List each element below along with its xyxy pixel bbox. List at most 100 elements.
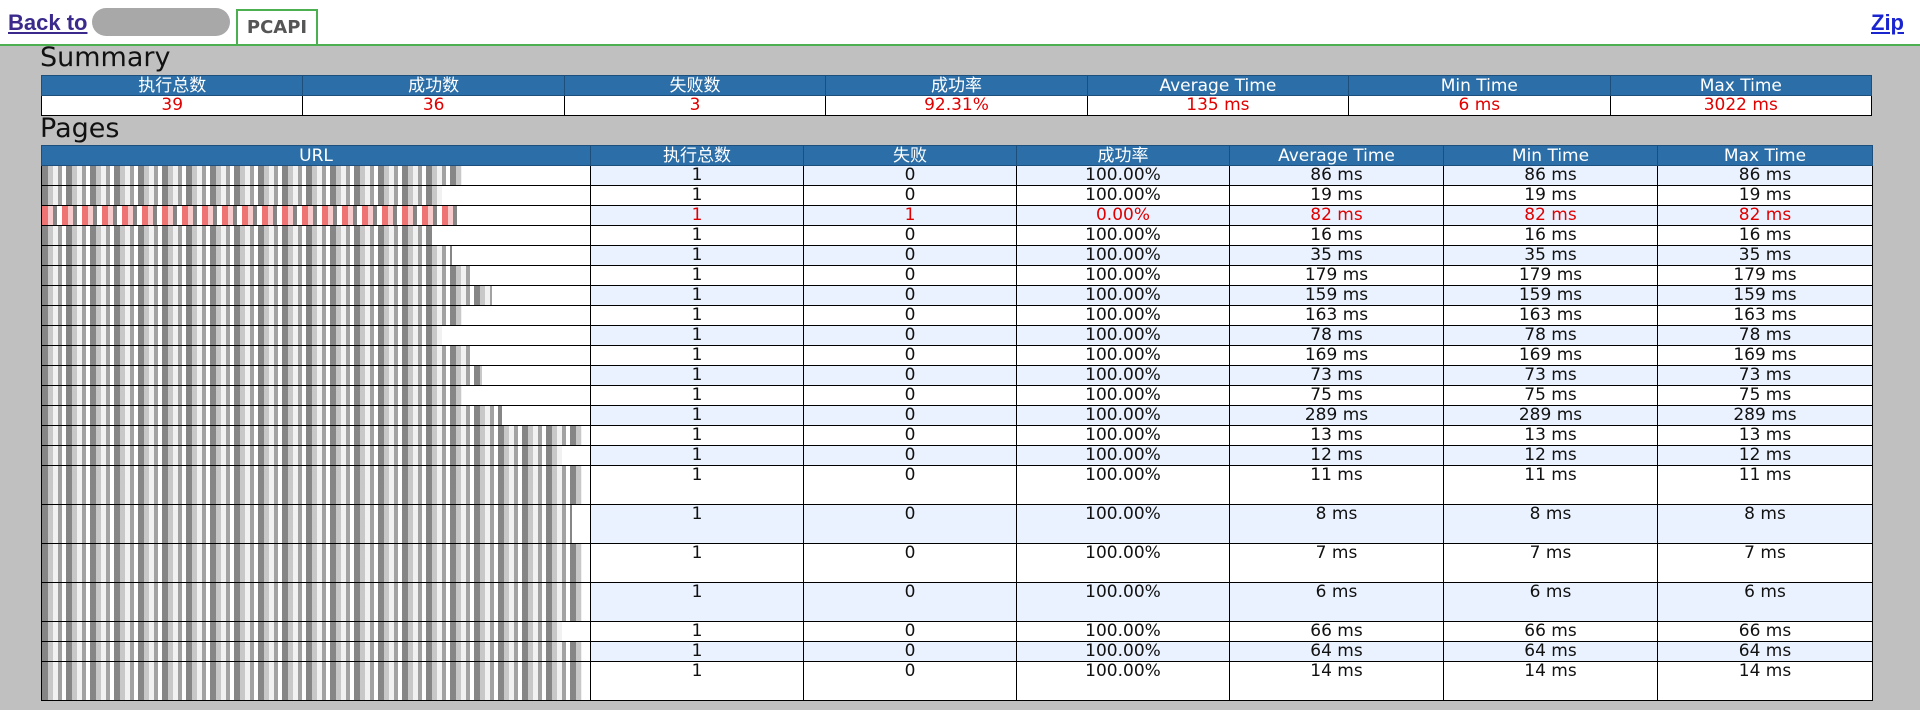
- cell-total: 1: [590, 205, 804, 226]
- summary-title: Summary: [40, 42, 171, 73]
- cell-rate: 0.00%: [1016, 205, 1230, 226]
- cell-avg: 75 ms: [1229, 385, 1444, 406]
- url-cell-redacted: [41, 425, 591, 446]
- tab-pcapi[interactable]: PCAPI: [236, 9, 318, 44]
- url-cell-redacted: [41, 504, 591, 544]
- redacted-url: [42, 505, 572, 543]
- cell-total: 1: [590, 185, 804, 206]
- cell-max: 289 ms: [1657, 405, 1873, 426]
- zip-download-link[interactable]: Zip: [1871, 10, 1904, 36]
- cell-max: 19 ms: [1657, 185, 1873, 206]
- cell-failed: 0: [803, 582, 1017, 622]
- cell-min: 7 ms: [1443, 543, 1658, 583]
- pages-col-failed: 失败: [803, 145, 1017, 166]
- cell-total: 1: [590, 345, 804, 366]
- cell-min: 75 ms: [1443, 385, 1658, 406]
- cell-rate: 100.00%: [1016, 582, 1230, 622]
- summary-max: 3022 ms: [1609, 95, 1873, 116]
- pages-col-max: Max Time: [1657, 145, 1873, 166]
- redacted-url: [42, 406, 502, 425]
- cell-failed: 0: [803, 465, 1017, 505]
- cell-failed: 1: [803, 205, 1017, 226]
- url-cell-redacted: [41, 345, 591, 366]
- redacted-url: [42, 186, 442, 205]
- summary-col-total: 执行总数: [40, 75, 304, 96]
- cell-rate: 100.00%: [1016, 265, 1230, 286]
- cell-failed: 0: [803, 661, 1017, 701]
- summary-col-min: Min Time: [1348, 75, 1611, 96]
- cell-rate: 100.00%: [1016, 621, 1230, 642]
- cell-failed: 0: [803, 504, 1017, 544]
- redacted-url: [42, 466, 582, 504]
- summary-col-success: 成功数: [302, 75, 565, 96]
- cell-avg: 8 ms: [1229, 504, 1444, 544]
- cell-avg: 16 ms: [1229, 225, 1444, 246]
- cell-min: 12 ms: [1443, 445, 1658, 466]
- cell-total: 1: [590, 405, 804, 426]
- redacted-url: [42, 306, 462, 325]
- url-cell-redacted: [41, 305, 591, 326]
- cell-max: 75 ms: [1657, 385, 1873, 406]
- cell-min: 78 ms: [1443, 325, 1658, 346]
- table-row: 1 0 100.00% 8 ms 8 ms 8 ms: [41, 504, 1873, 544]
- cell-failed: 0: [803, 165, 1017, 186]
- cell-rate: 100.00%: [1016, 385, 1230, 406]
- summary-header-row: 执行总数 成功数 失败数 成功率 Average Time Min Time M…: [40, 75, 1873, 96]
- cell-min: 289 ms: [1443, 405, 1658, 426]
- cell-min: 64 ms: [1443, 641, 1658, 662]
- table-row: 1 0 100.00% 163 ms 163 ms 163 ms: [41, 305, 1873, 326]
- cell-avg: 19 ms: [1229, 185, 1444, 206]
- back-link[interactable]: Back to: [8, 10, 87, 36]
- url-cell-redacted: [41, 205, 591, 226]
- cell-max: 11 ms: [1657, 465, 1873, 505]
- summary-failed: 3: [563, 95, 827, 116]
- table-row: 1 1 0.00% 82 ms 82 ms 82 ms: [41, 205, 1873, 226]
- cell-min: 14 ms: [1443, 661, 1658, 701]
- url-cell-redacted: [41, 661, 591, 701]
- cell-max: 64 ms: [1657, 641, 1873, 662]
- url-cell-redacted: [41, 245, 591, 266]
- cell-total: 1: [590, 225, 804, 246]
- cell-avg: 179 ms: [1229, 265, 1444, 286]
- cell-avg: 12 ms: [1229, 445, 1444, 466]
- cell-rate: 100.00%: [1016, 405, 1230, 426]
- cell-failed: 0: [803, 285, 1017, 306]
- pages-body: 1 0 100.00% 86 ms 86 ms 86 ms 1 0 100.00% 19 ms 19…: [41, 165, 1873, 701]
- summary-success: 36: [302, 95, 565, 116]
- url-cell-redacted: [41, 621, 591, 642]
- top-bar: Back to PCAPI Zip: [0, 0, 1920, 46]
- cell-min: 19 ms: [1443, 185, 1658, 206]
- redacted-url: [42, 326, 442, 345]
- cell-total: 1: [590, 265, 804, 286]
- redacted-url: [42, 544, 582, 582]
- cell-rate: 100.00%: [1016, 165, 1230, 186]
- table-row: 1 0 100.00% 73 ms 73 ms 73 ms: [41, 365, 1873, 386]
- table-row: 1 0 100.00% 86 ms 86 ms 86 ms: [41, 165, 1873, 186]
- cell-total: 1: [590, 365, 804, 386]
- cell-avg: 35 ms: [1229, 245, 1444, 266]
- cell-min: 73 ms: [1443, 365, 1658, 386]
- table-row: 1 0 100.00% 64 ms 64 ms 64 ms: [41, 641, 1873, 662]
- table-row: 1 0 100.00% 6 ms 6 ms 6 ms: [41, 582, 1873, 622]
- table-row: 1 0 100.00% 169 ms 169 ms 169 ms: [41, 345, 1873, 366]
- url-cell-redacted: [41, 445, 591, 466]
- cell-total: 1: [590, 385, 804, 406]
- cell-min: 6 ms: [1443, 582, 1658, 622]
- cell-total: 1: [590, 621, 804, 642]
- redacted-url: [42, 266, 472, 285]
- table-row: 1 0 100.00% 11 ms 11 ms 11 ms: [41, 465, 1873, 505]
- redacted-url: [42, 346, 472, 365]
- url-cell-redacted: [41, 641, 591, 662]
- table-row: 1 0 100.00% 16 ms 16 ms 16 ms: [41, 225, 1873, 246]
- pages-col-total: 执行总数: [590, 145, 804, 166]
- table-row: 1 0 100.00% 289 ms 289 ms 289 ms: [41, 405, 1873, 426]
- cell-failed: 0: [803, 225, 1017, 246]
- cell-failed: 0: [803, 621, 1017, 642]
- redacted-url: [42, 206, 462, 225]
- url-cell-redacted: [41, 285, 591, 306]
- redacted-url: [42, 662, 582, 700]
- cell-avg: 66 ms: [1229, 621, 1444, 642]
- url-cell-redacted: [41, 165, 591, 186]
- table-row: 1 0 100.00% 159 ms 159 ms 159 ms: [41, 285, 1873, 306]
- table-row: 1 0 100.00% 78 ms 78 ms 78 ms: [41, 325, 1873, 346]
